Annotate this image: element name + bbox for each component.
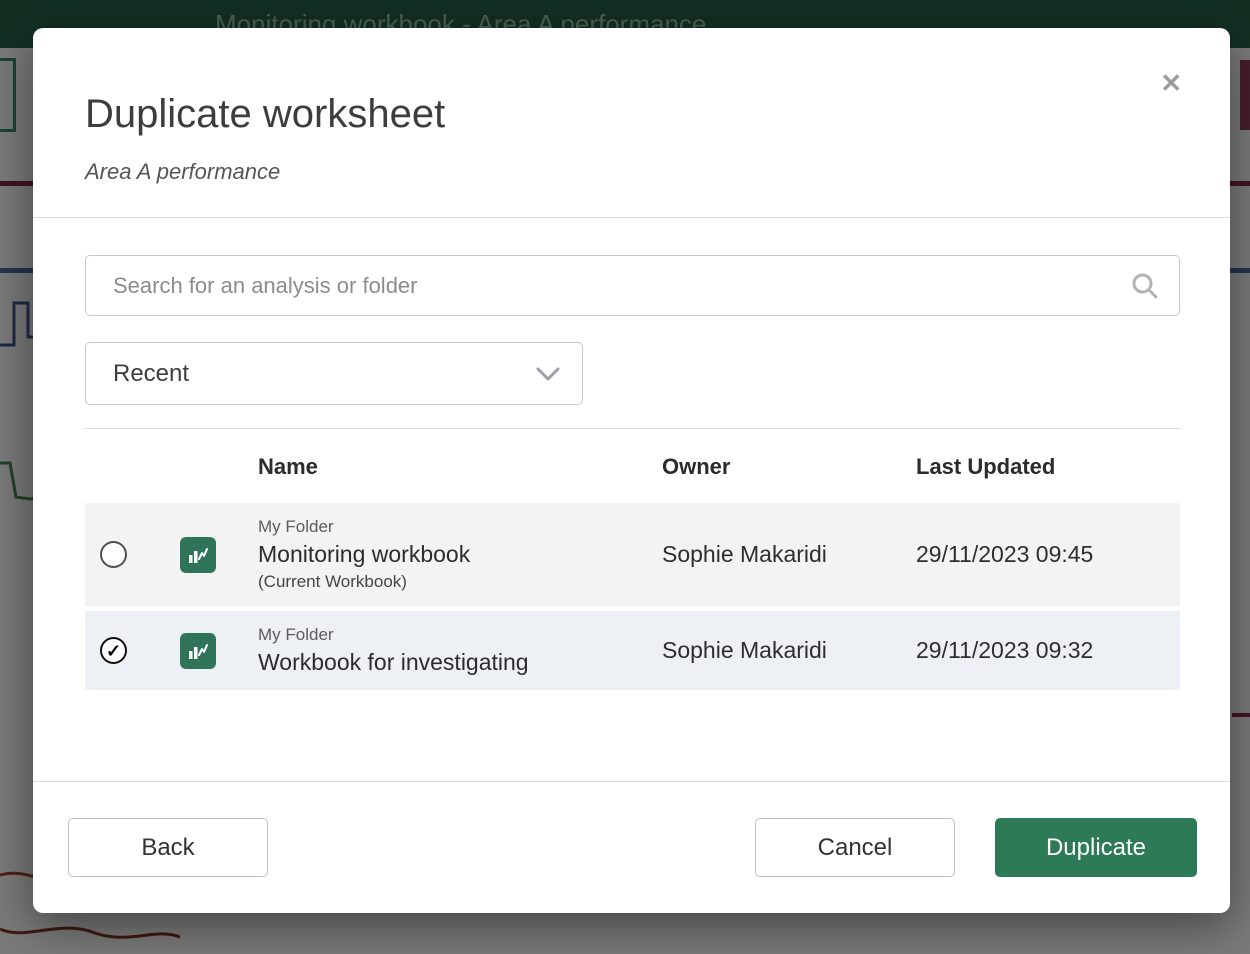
search-bar bbox=[85, 255, 1180, 316]
workbook-table: Name Owner Last Updated bbox=[85, 428, 1180, 690]
search-input[interactable] bbox=[85, 255, 1180, 316]
duplicate-button[interactable]: Duplicate bbox=[995, 818, 1197, 877]
workbook-name-cell: My Folder Workbook for investigating bbox=[258, 625, 662, 676]
workbook-owner: Sophie Makaridi bbox=[662, 637, 916, 664]
sort-filter-select[interactable]: Recent bbox=[85, 342, 583, 405]
workbook-name-cell: My Folder Monitoring workbook (Current W… bbox=[258, 517, 662, 592]
dialog-footer: Back Cancel Duplicate bbox=[33, 781, 1230, 913]
cancel-button[interactable]: Cancel bbox=[755, 818, 955, 877]
workbook-folder: My Folder bbox=[258, 517, 662, 537]
radio-unselected[interactable] bbox=[100, 541, 127, 568]
workbook-last-updated: 29/11/2023 09:32 bbox=[916, 637, 1180, 664]
checkmark-icon: ✓ bbox=[106, 642, 121, 660]
duplicate-worksheet-dialog: Duplicate worksheet Area A performance ✕… bbox=[33, 28, 1230, 913]
close-icon[interactable]: ✕ bbox=[1160, 70, 1182, 96]
radio-selected[interactable]: ✓ bbox=[100, 637, 127, 664]
dialog-title: Duplicate worksheet bbox=[85, 92, 1178, 137]
workbook-name: Workbook for investigating bbox=[258, 649, 662, 676]
workbook-note: (Current Workbook) bbox=[258, 572, 662, 592]
workbook-icon bbox=[180, 537, 216, 573]
dialog-header: Duplicate worksheet Area A performance ✕ bbox=[33, 28, 1230, 218]
search-icon bbox=[1131, 272, 1158, 299]
workbook-owner: Sophie Makaridi bbox=[662, 541, 916, 568]
workbook-folder: My Folder bbox=[258, 625, 662, 645]
workbook-last-updated: 29/11/2023 09:45 bbox=[916, 541, 1180, 568]
sort-filter-value: Recent bbox=[113, 360, 189, 388]
chevron-down-icon bbox=[536, 367, 560, 381]
back-button[interactable]: Back bbox=[68, 818, 268, 877]
table-row[interactable]: ✓ My Folder Workbook for investigating bbox=[85, 611, 1180, 690]
workbook-name: Monitoring workbook bbox=[258, 541, 662, 568]
workbook-icon bbox=[180, 633, 216, 669]
dialog-body: Recent Name Owner Last Updated bbox=[33, 218, 1230, 781]
column-header-last-updated: Last Updated bbox=[916, 454, 1180, 480]
column-header-name: Name bbox=[258, 454, 662, 480]
dialog-subtitle: Area A performance bbox=[85, 159, 1178, 185]
table-header-row: Name Owner Last Updated bbox=[85, 428, 1180, 503]
table-row[interactable]: My Folder Monitoring workbook (Current W… bbox=[85, 503, 1180, 606]
column-header-owner: Owner bbox=[662, 454, 916, 480]
